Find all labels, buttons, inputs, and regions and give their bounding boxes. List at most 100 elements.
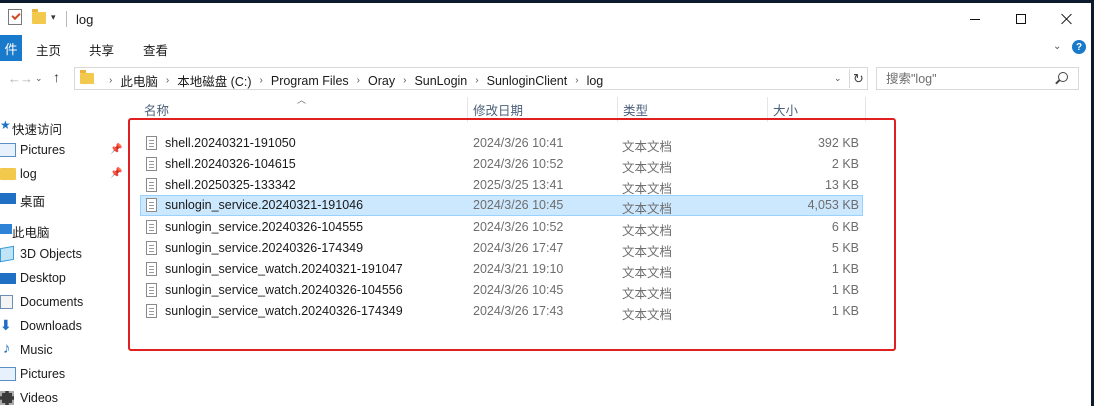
column-divider[interactable]	[467, 97, 468, 122]
desktop-icon	[0, 273, 16, 284]
nav-item-this-pc[interactable]: 此电脑	[0, 217, 127, 241]
3d-objects-icon	[0, 245, 14, 263]
file-row[interactable]: sunlogin_service.20240326-104555 2024/3/…	[140, 217, 863, 238]
expand-ribbon-chevron-icon[interactable]: ⌄	[1053, 41, 1061, 52]
search-input[interactable]	[877, 68, 1052, 89]
breadcrumb-this-pc[interactable]: 此电脑	[120, 71, 158, 90]
breadcrumb-oray[interactable]: Oray	[368, 74, 395, 88]
chevron-right-icon[interactable]: ›	[109, 75, 112, 86]
address-bar[interactable]: › 此电脑 › 本地磁盘 (C:) › Program Files › Oray…	[74, 67, 868, 90]
chevron-right-icon[interactable]: ›	[166, 75, 169, 86]
close-icon	[1061, 13, 1073, 25]
title-separator	[66, 11, 67, 27]
chevron-right-icon[interactable]: ›	[403, 75, 406, 86]
tab-share[interactable]: 共享	[89, 40, 114, 59]
ribbon-tabs: 件 主页 共享 查看 ⌄ ?	[0, 35, 1091, 61]
pin-icon[interactable]: 📌	[110, 144, 122, 155]
tab-file[interactable]: 件	[0, 35, 22, 61]
music-icon: ♪	[3, 340, 11, 357]
address-dropdown-icon[interactable]: ⌄	[834, 73, 842, 84]
minimize-button[interactable]	[952, 3, 998, 35]
nav-item-desktop-zh[interactable]: 桌面	[0, 186, 127, 210]
nav-item-videos[interactable]: Videos	[0, 386, 127, 406]
nav-item-desktop[interactable]: Desktop	[0, 266, 127, 290]
forward-arrow-icon[interactable]: →	[20, 71, 33, 86]
navigation-pane: ★ 快速访问 Pictures 📌 log 📌 桌面 此电脑 3D Object…	[0, 97, 127, 406]
recent-locations-chevron-icon[interactable]: ⌄	[35, 73, 43, 84]
file-row[interactable]: shell.20250325-133342 2025/3/25 13:41 文本…	[140, 175, 863, 196]
nav-item-3d-objects[interactable]: 3D Objects	[0, 242, 127, 266]
file-row-selected[interactable]: sunlogin_service.20240321-191046 2024/3/…	[140, 195, 863, 216]
minimize-icon	[970, 18, 980, 20]
column-header-name[interactable]: 名称	[144, 97, 466, 122]
videos-icon	[0, 391, 14, 405]
text-file-icon	[146, 241, 157, 255]
nav-item-label: Pictures	[20, 143, 66, 157]
file-size: 6 KB	[831, 220, 859, 234]
pictures-folder-icon	[0, 367, 16, 381]
file-name: shell.20240321-191050	[165, 136, 296, 150]
file-type: 文本文档	[622, 287, 673, 301]
column-header-date[interactable]: 修改日期	[473, 97, 621, 122]
file-date: 2024/3/26 10:52	[473, 220, 564, 234]
file-date: 2024/3/21 19:10	[473, 262, 564, 276]
nav-item-pictures-pinned[interactable]: Pictures 📌	[0, 138, 127, 162]
file-row[interactable]: sunlogin_service_watch.20240321-191047 2…	[140, 259, 863, 280]
breadcrumb-sunlogin[interactable]: SunLogin	[414, 74, 467, 88]
file-size: 1 KB	[831, 262, 859, 276]
file-date: 2024/3/26 10:52	[473, 157, 564, 171]
breadcrumb-sunloginclient[interactable]: SunloginClient	[487, 74, 568, 88]
nav-item-label: 3D Objects	[20, 247, 82, 261]
text-file-icon	[146, 283, 157, 297]
nav-item-log[interactable]: log 📌	[0, 162, 127, 186]
file-row[interactable]: sunlogin_service_watch.20240326-104556 2…	[140, 280, 863, 301]
column-header-type[interactable]: 类型	[623, 97, 766, 122]
properties-icon[interactable]	[8, 9, 22, 25]
chevron-right-icon[interactable]: ›	[575, 75, 578, 86]
column-header-size[interactable]: 大小	[773, 97, 865, 122]
new-folder-icon[interactable]	[32, 9, 46, 24]
nav-item-label: log	[20, 167, 37, 181]
close-button[interactable]	[1044, 3, 1090, 35]
tab-view[interactable]: 查看	[143, 40, 168, 59]
file-row[interactable]: shell.20240321-191050 2024/3/26 10:41 文本…	[140, 133, 863, 154]
search-icon[interactable]	[1058, 72, 1068, 82]
text-file-icon	[146, 136, 157, 150]
text-file-icon	[146, 198, 157, 212]
up-arrow-icon[interactable]: ↑	[53, 69, 60, 85]
computer-icon	[0, 224, 12, 234]
help-icon[interactable]: ?	[1072, 40, 1086, 54]
desktop-icon	[0, 193, 16, 204]
file-size: 1 KB	[831, 304, 859, 318]
file-date: 2024/3/26 10:41	[473, 136, 564, 150]
pictures-folder-icon	[0, 143, 16, 157]
nav-item-music[interactable]: ♪ Music	[0, 338, 127, 362]
chevron-right-icon[interactable]: ›	[357, 75, 360, 86]
text-file-icon	[146, 304, 157, 318]
chevron-right-icon[interactable]: ›	[260, 75, 263, 86]
tab-home[interactable]: 主页	[36, 40, 61, 59]
documents-icon	[0, 295, 13, 309]
breadcrumb-program-files[interactable]: Program Files	[271, 74, 349, 88]
column-divider[interactable]	[767, 97, 768, 122]
breadcrumb-local-disk[interactable]: 本地磁盘 (C:)	[177, 71, 251, 90]
column-divider[interactable]	[617, 97, 618, 122]
chevron-right-icon[interactable]: ›	[475, 75, 478, 86]
nav-item-label: 桌面	[20, 195, 46, 209]
refresh-icon[interactable]: ↻	[849, 69, 867, 88]
nav-item-documents[interactable]: Documents	[0, 290, 127, 314]
file-name: sunlogin_service_watch.20240326-104556	[165, 283, 403, 297]
nav-item-pictures[interactable]: Pictures	[0, 362, 127, 386]
nav-item-label: Videos	[20, 391, 58, 405]
file-name: sunlogin_service_watch.20240321-191047	[165, 262, 403, 276]
nav-item-downloads[interactable]: ⬇ Downloads	[0, 314, 127, 338]
quick-access-dropdown-icon[interactable]: ▾	[51, 12, 56, 23]
file-row[interactable]: shell.20240326-104615 2024/3/26 10:52 文本…	[140, 154, 863, 175]
column-divider[interactable]	[865, 97, 866, 122]
nav-item-quick-access[interactable]: ★ 快速访问	[0, 114, 127, 138]
maximize-button[interactable]	[998, 3, 1044, 35]
file-row[interactable]: sunlogin_service_watch.20240326-174349 2…	[140, 301, 863, 322]
pin-icon[interactable]: 📌	[110, 168, 122, 179]
file-row[interactable]: sunlogin_service.20240326-174349 2024/3/…	[140, 238, 863, 259]
breadcrumb-log[interactable]: log	[587, 74, 604, 88]
